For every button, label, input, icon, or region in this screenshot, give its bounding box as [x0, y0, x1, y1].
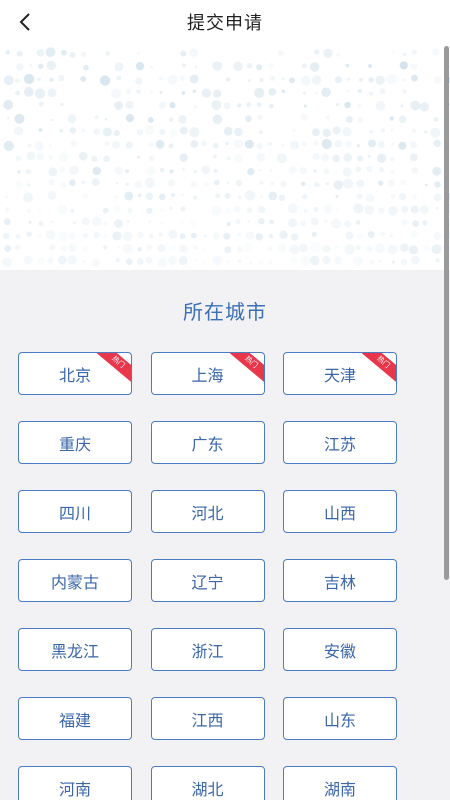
city-button[interactable]: 辽宁	[150, 559, 265, 602]
city-label: 广东	[191, 434, 224, 454]
banner-image	[0, 44, 450, 270]
city-button[interactable]: 上海 热门	[150, 352, 265, 395]
chevron-left-icon	[19, 13, 30, 31]
section-title: 所在城市	[183, 300, 267, 324]
city-label: 湖北	[191, 779, 224, 799]
city-button[interactable]: 河北	[150, 490, 265, 533]
city-button[interactable]: 福建	[18, 697, 132, 740]
hot-badge: 热门	[361, 353, 396, 382]
city-label: 辽宁	[191, 572, 224, 592]
back-button[interactable]	[10, 6, 42, 38]
city-button[interactable]: 四川	[18, 490, 132, 533]
city-label: 安徽	[323, 641, 356, 661]
city-button[interactable]: 天津 热门	[283, 352, 397, 395]
city-button[interactable]: 山西	[283, 490, 397, 533]
city-label: 天津	[323, 365, 356, 385]
city-label: 上海	[191, 365, 224, 385]
city-label: 北京	[58, 365, 91, 385]
city-button[interactable]: 河南	[18, 766, 132, 800]
city-label: 河南	[58, 779, 91, 799]
city-button[interactable]: 江苏	[283, 421, 397, 464]
city-button[interactable]: 内蒙古	[18, 559, 132, 602]
hot-badge: 热门	[96, 353, 131, 382]
city-button[interactable]: 浙江	[150, 628, 265, 671]
city-label: 重庆	[58, 434, 91, 454]
city-label: 吉林	[323, 572, 356, 592]
city-button[interactable]: 湖北	[150, 766, 265, 800]
page-title: 提交申请	[187, 13, 263, 34]
city-button[interactable]: 广东	[150, 421, 265, 464]
city-button[interactable]: 黑龙江	[18, 628, 132, 671]
city-button[interactable]: 安徽	[283, 628, 397, 671]
scrollbar[interactable]	[444, 46, 449, 580]
city-label: 河北	[191, 503, 224, 523]
city-button[interactable]: 湖南	[283, 766, 397, 800]
city-label: 四川	[58, 503, 91, 523]
city-label: 福建	[58, 710, 91, 730]
city-label: 江苏	[323, 434, 356, 454]
hot-badge: 热门	[229, 353, 264, 382]
city-button[interactable]: 江西	[150, 697, 265, 740]
city-label: 浙江	[191, 641, 224, 661]
city-button[interactable]: 北京 热门	[18, 352, 132, 395]
city-button[interactable]: 山东	[283, 697, 397, 740]
city-label: 山东	[323, 710, 356, 730]
city-label: 黑龙江	[50, 641, 99, 661]
dot-pattern-decoration	[2, 47, 450, 268]
city-label: 湖南	[323, 779, 356, 799]
city-label: 江西	[191, 710, 224, 730]
city-button[interactable]: 重庆	[18, 421, 132, 464]
city-label: 内蒙古	[50, 572, 99, 592]
top-bar: 提交申请	[0, 0, 450, 44]
city-button[interactable]: 吉林	[283, 559, 397, 602]
city-label: 山西	[323, 503, 356, 523]
